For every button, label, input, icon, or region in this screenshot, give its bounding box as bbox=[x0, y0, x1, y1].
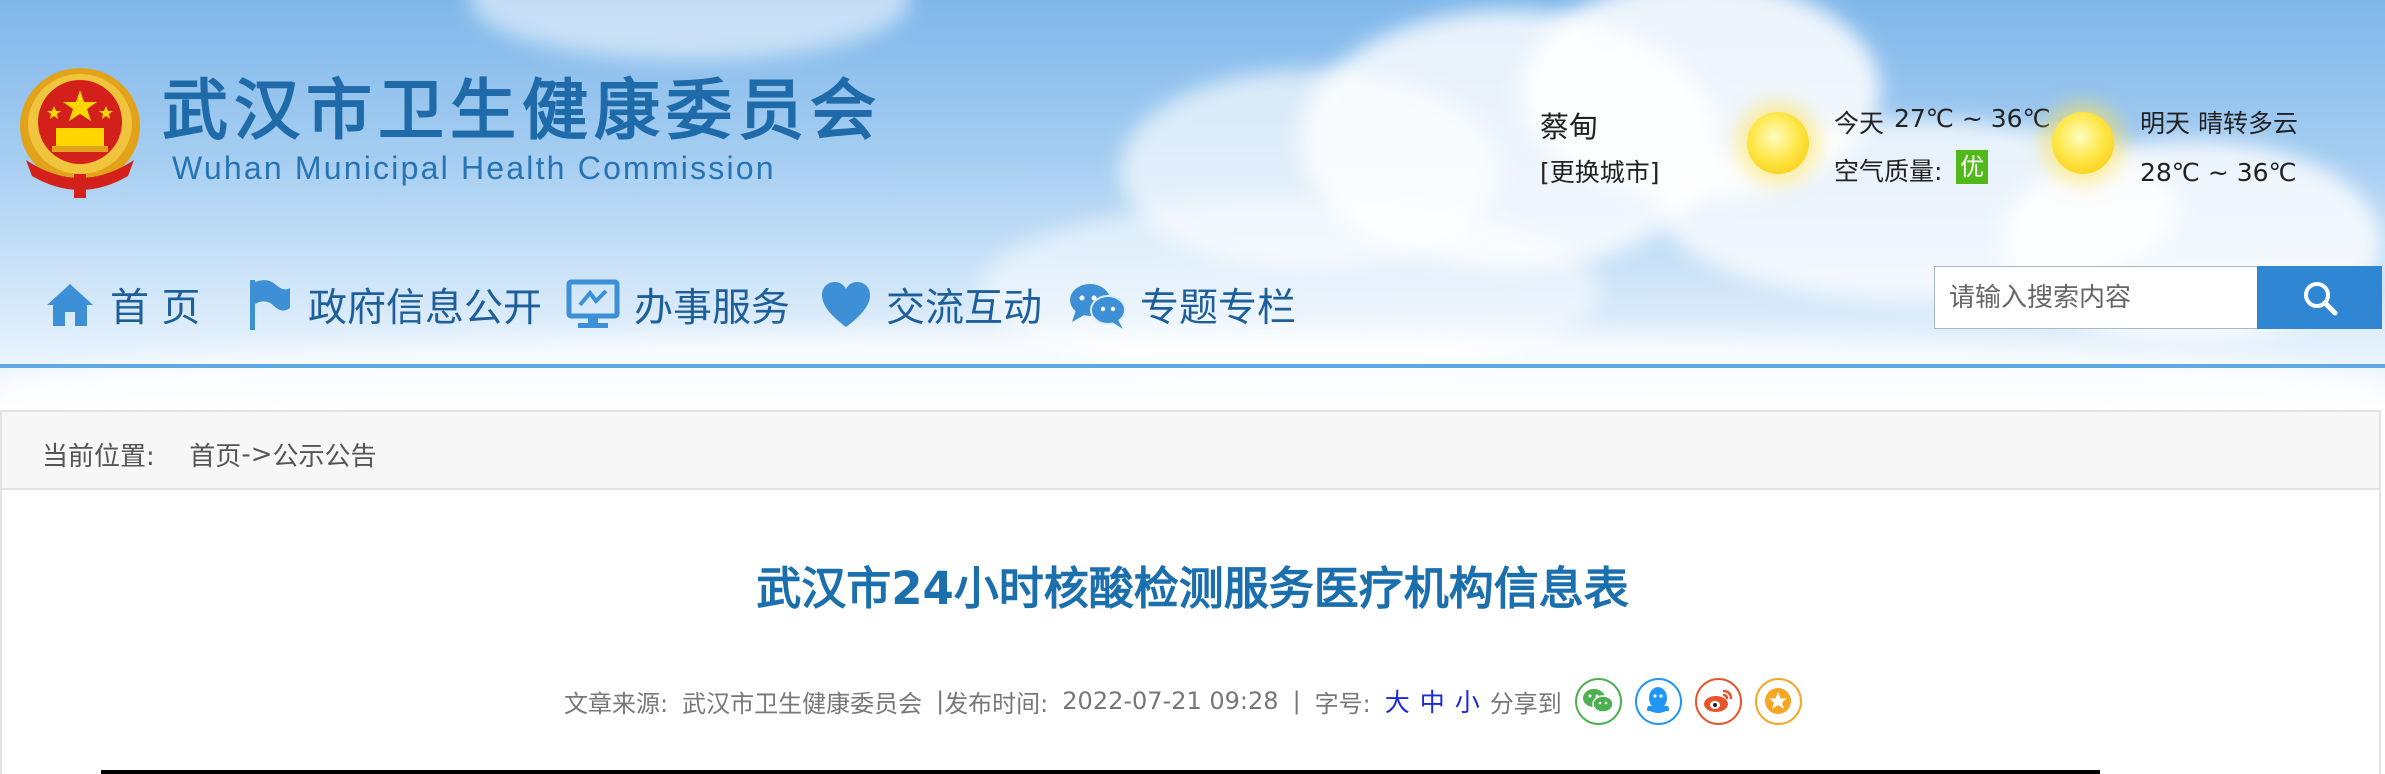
monitor-icon bbox=[566, 279, 620, 331]
national-emblem-icon bbox=[20, 68, 140, 198]
nav-item-home[interactable]: 首 页 bbox=[44, 268, 200, 342]
chat-bubbles-icon bbox=[1068, 280, 1126, 330]
weibo-icon[interactable] bbox=[1694, 677, 1742, 725]
heart-icon bbox=[820, 281, 872, 329]
font-size-medium-button[interactable]: 中 bbox=[1420, 683, 1445, 719]
weather-city: 蔡甸 bbox=[1540, 110, 1599, 144]
breadcrumb-current-link[interactable]: 公示公告 bbox=[272, 442, 376, 472]
search-button[interactable] bbox=[2257, 266, 2382, 329]
article-source: 武汉市卫生健康委员会 bbox=[682, 689, 923, 718]
nav-label: 专题专栏 bbox=[1140, 286, 1297, 331]
sunny-icon bbox=[1747, 112, 1809, 174]
nav-item-services[interactable]: 办事服务 bbox=[566, 268, 790, 342]
cloud-decoration bbox=[470, 0, 910, 60]
table-column-divider bbox=[1100, 770, 1102, 774]
favorite-star-icon[interactable] bbox=[1754, 677, 1802, 725]
tomorrow-condition: 晴转多云 bbox=[2198, 109, 2299, 138]
table-column-divider bbox=[2098, 770, 2100, 774]
search-icon bbox=[2303, 281, 2337, 315]
table-column-divider bbox=[551, 770, 553, 774]
today-temperature: 27℃ ~ 36℃ bbox=[1894, 104, 2051, 133]
tomorrow-temperature: 28℃ ~ 36℃ bbox=[2140, 158, 2297, 187]
qq-icon[interactable] bbox=[1634, 677, 1682, 725]
table-column-divider bbox=[1768, 770, 1770, 774]
nav-label: 办事服务 bbox=[634, 286, 791, 331]
article-meta: 文章来源: 武汉市卫生健康委员会 | 发布时间: 2022-07-21 09:2… bbox=[564, 676, 1802, 726]
change-city-link[interactable]: [更换城市] bbox=[1540, 153, 1660, 189]
nav-item-interaction[interactable]: 交流互动 bbox=[820, 268, 1042, 342]
source-label: 文章来源: bbox=[564, 689, 669, 718]
nav-label: 政府信息公开 bbox=[308, 286, 543, 331]
nav-label: 交流互动 bbox=[886, 286, 1043, 331]
table-column-divider bbox=[244, 770, 246, 774]
tomorrow-label: 明天 bbox=[2140, 109, 2191, 138]
breadcrumb-home-link[interactable]: 首页 bbox=[189, 442, 241, 472]
site-title-chinese: 武汉市卫生健康委员会 bbox=[162, 71, 882, 149]
home-icon bbox=[44, 281, 96, 329]
wechat-icon[interactable] bbox=[1574, 677, 1622, 725]
font-size-small-button[interactable]: 小 bbox=[1455, 683, 1480, 719]
air-quality-label: 空气质量: bbox=[1834, 157, 1943, 186]
breadcrumb: 当前位置: 首页->公示公告 bbox=[42, 436, 377, 473]
air-quality-badge: 优 bbox=[1956, 150, 1988, 184]
sunny-icon bbox=[2052, 112, 2114, 174]
meta-divider: | bbox=[936, 687, 945, 715]
meta-divider: | bbox=[1292, 687, 1301, 715]
flag-icon bbox=[246, 278, 294, 332]
search-input[interactable] bbox=[1934, 266, 2258, 329]
nav-item-special-topics[interactable]: 专题专栏 bbox=[1068, 268, 1296, 342]
cloud-decoration bbox=[0, 330, 2385, 412]
publish-date: 2022-07-21 09:28 bbox=[1062, 687, 1279, 715]
nav-label: 首 页 bbox=[110, 286, 201, 331]
font-size-label: 字号: bbox=[1314, 689, 1371, 718]
nav-divider bbox=[0, 364, 2385, 368]
article-title: 武汉市24小时核酸检测服务医疗机构信息表 bbox=[756, 562, 1629, 615]
date-label: 发布时间: bbox=[944, 689, 1049, 718]
breadcrumb-separator: -> bbox=[241, 439, 273, 470]
today-label: 今天 bbox=[1834, 109, 1885, 138]
site-title-english: Wuhan Municipal Health Commission bbox=[172, 150, 776, 186]
font-size-large-button[interactable]: 大 bbox=[1385, 683, 1410, 719]
breadcrumb-label: 当前位置: bbox=[42, 442, 155, 472]
site-header bbox=[0, 0, 2385, 412]
share-label: 分享到 bbox=[1489, 689, 1562, 718]
nav-item-gov-info[interactable]: 政府信息公开 bbox=[246, 268, 542, 342]
